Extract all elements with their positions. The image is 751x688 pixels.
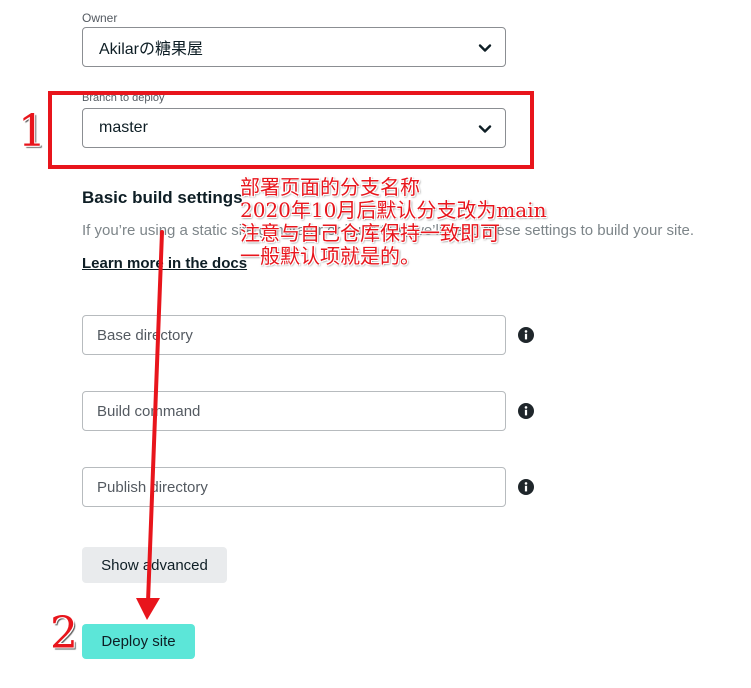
annotation-arrow — [136, 230, 164, 620]
